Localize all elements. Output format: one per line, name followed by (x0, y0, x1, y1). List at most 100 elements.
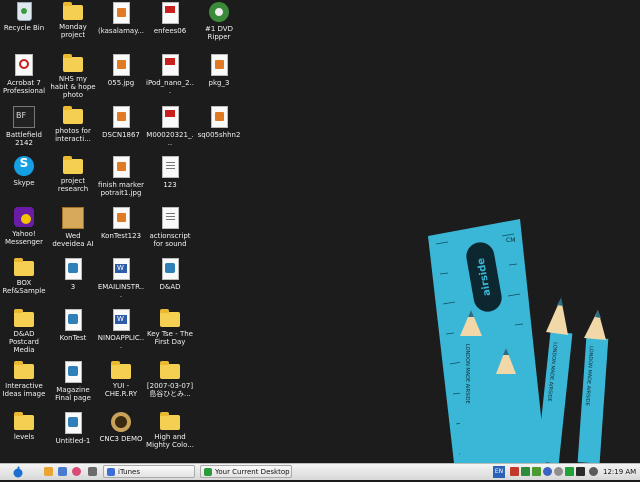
flash-document-icon (64, 258, 82, 280)
pdf-file-icon[interactable]: M00020321_... (146, 106, 194, 147)
icon-label: enfees06 (153, 27, 187, 35)
quick-launch-icon[interactable] (44, 467, 53, 476)
pencil-label: LONDON MADE AIRSIDE (464, 344, 470, 404)
folder-icon[interactable]: [2007-03-07] 島谷ひとみ... (146, 361, 194, 398)
icon-label: Untitled-1 (55, 437, 91, 445)
folder-glyph-icon (63, 54, 83, 72)
jpg-icon (112, 156, 130, 178)
quick-launch-icon[interactable] (72, 467, 81, 476)
cnc3-demo-shortcut-icon[interactable]: CNC3 DEMO (97, 412, 145, 443)
image-file-icon (62, 207, 84, 229)
image-file-icon[interactable]: sq005shhn2 (195, 106, 243, 139)
folder-icon[interactable]: High and Mighty Colo... (146, 412, 194, 449)
icon-label: Wed deveidea AI (52, 232, 94, 248)
folder-icon[interactable]: levels (0, 412, 48, 441)
taskbar-browser-button[interactable]: Your Current Desktop ... (200, 465, 292, 478)
pencil-3: LONDON MADE AIRSIDE (536, 298, 573, 463)
icon-label: sq005shhn2 (197, 131, 241, 139)
flash-file-icon[interactable]: Untitled-1 (49, 412, 97, 445)
icon-label: High and Mighty Colo... (146, 433, 194, 449)
folder-icon[interactable]: D&AD Postcard Media (0, 309, 48, 354)
icon-label: BOX Ref&Sample (2, 279, 46, 295)
image-file-icon[interactable]: 055.jpg (97, 54, 145, 87)
image-file-icon[interactable]: pkg_3 (195, 54, 243, 87)
icon-label: Interactive Ideas image (2, 382, 46, 398)
icon-label: D&AD (159, 283, 181, 291)
folder-icon[interactable]: BOX Ref&Sample (0, 258, 48, 295)
taskbar: iTunes Your Current Desktop ... EN 12:19… (0, 463, 640, 480)
flash-document-icon (64, 412, 82, 434)
flash-file-icon[interactable]: Magazine Final page (49, 361, 97, 402)
ruler-unit: CM (506, 237, 515, 244)
folder-icon[interactable]: project research (49, 156, 97, 193)
pencil-1: LONDON MADE AIRSIDE (460, 310, 482, 463)
quick-launch-icon[interactable] (88, 467, 97, 476)
quick-launch-icon[interactable] (58, 467, 67, 476)
pdf-file-icon[interactable]: enfees06 (146, 2, 194, 35)
folder-glyph-icon (160, 412, 180, 430)
icon-label: CNC3 DEMO (99, 435, 143, 443)
jpg-icon (112, 2, 130, 24)
image-document-icon[interactable]: Wed deveidea AI (49, 207, 97, 248)
start-button[interactable] (12, 466, 24, 478)
jpg-icon (112, 54, 130, 76)
dvd-ripper-shortcut-icon[interactable]: #1 DVD Ripper (195, 2, 243, 41)
volume-icon[interactable] (589, 467, 598, 476)
image-file-icon[interactable]: (kasalamay... (97, 2, 145, 35)
folder-icon[interactable]: Interactive Ideas image (0, 361, 48, 398)
text-file-icon[interactable]: 123 (146, 156, 194, 189)
wallpaper-ruler-pencils: airside CM LONDON MADE AIRSIDE LONDON MA… (428, 219, 609, 463)
folder-icon[interactable]: NHS my habit & hope photo (49, 54, 97, 99)
image-file-icon[interactable]: KonTest123 (97, 207, 145, 240)
icon-label: YUI - CHE.R.RY (104, 382, 138, 398)
yahoo-messenger-icon (14, 207, 34, 227)
folder-icon[interactable]: photos for interacti... (49, 106, 97, 143)
pdf-icon (161, 2, 179, 24)
icon-label: Skype (13, 179, 35, 187)
tray-icon[interactable] (532, 467, 541, 476)
icon-label: Acrobat 7 Professional (2, 79, 46, 95)
icon-label: #1 DVD Ripper (205, 25, 233, 41)
icon-label: D&AD Postcard Media (9, 330, 39, 354)
flash-file-icon[interactable]: D&AD (146, 258, 194, 291)
word-document-icon[interactable]: EMAILINSTR... (97, 258, 145, 299)
image-file-icon[interactable]: finish marker potrait1.jpg (97, 156, 145, 197)
tray-icon[interactable] (510, 467, 519, 476)
tray-icon[interactable] (576, 467, 585, 476)
play-icon[interactable] (565, 467, 574, 476)
icon-label: Yahoo! Messenger (4, 230, 43, 246)
tray-icon[interactable] (554, 467, 563, 476)
folder-glyph-icon (14, 258, 34, 276)
word-icon (112, 258, 130, 280)
folder-icon[interactable]: Key Tse - The First Day (146, 309, 194, 346)
clock[interactable]: 12:19 AM (603, 466, 639, 478)
jpg-icon (210, 106, 228, 128)
icon-label: photos for interacti... (55, 127, 91, 143)
folder-icon[interactable]: YUI - CHE.R.RY (97, 361, 145, 398)
skype-shortcut-icon[interactable]: Skype (0, 156, 48, 187)
icon-label: DSCN1867 (102, 131, 140, 139)
recycle-bin-icon[interactable]: Recycle Bin (0, 2, 48, 32)
acrobat-shortcut-icon[interactable]: Acrobat 7 Professional (0, 54, 48, 95)
tray-icon[interactable] (543, 467, 552, 476)
recycle-bin-glyph-icon (16, 2, 32, 21)
icon-label: project research (57, 177, 89, 193)
taskbar-itunes-button[interactable]: iTunes (103, 465, 195, 478)
text-file-icon[interactable]: actionscript for sound (146, 207, 194, 248)
ruler: airside CM (428, 219, 546, 463)
image-file-icon[interactable]: DSCN1867 (97, 106, 145, 139)
tray-icon[interactable] (521, 467, 530, 476)
task-label: iTunes (118, 468, 140, 476)
flash-file-icon[interactable]: KonTest (49, 309, 97, 342)
task-label: Your Current Desktop ... (215, 468, 292, 476)
flash-file-icon[interactable]: 3 (49, 258, 97, 291)
word-document-icon[interactable]: NINOAPPLIC... (97, 309, 145, 350)
pdf-file-icon[interactable]: iPod_nano_2... (146, 54, 194, 95)
folder-glyph-icon (63, 2, 83, 20)
language-indicator[interactable]: EN (493, 466, 505, 478)
yahoo-messenger-shortcut-icon[interactable]: Yahoo! Messenger (0, 207, 48, 246)
icon-label: [2007-03-07] 島谷ひとみ... (146, 382, 194, 398)
battlefield-shortcut-icon[interactable]: Battlefield 2142 (0, 106, 48, 147)
pdf-icon (161, 106, 179, 128)
folder-icon[interactable]: Monday project (49, 2, 97, 39)
